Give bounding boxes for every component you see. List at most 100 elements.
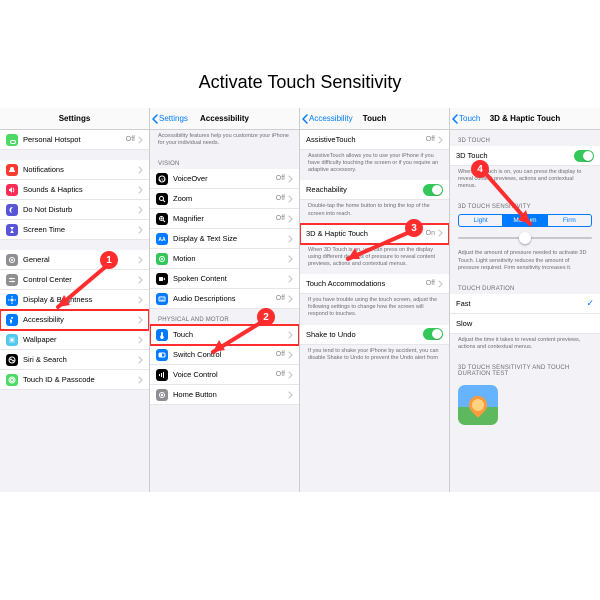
- chevron-right-icon: [288, 371, 293, 379]
- arrow-4: [480, 168, 550, 238]
- row-audio-descriptions[interactable]: ADAudio DescriptionsOff: [150, 289, 299, 309]
- row-voiceover[interactable]: VO VoiceOverOff: [150, 169, 299, 189]
- section-vision: VISION: [150, 153, 299, 169]
- hour-icon: [6, 224, 18, 236]
- row-label: Siri & Search: [23, 355, 138, 364]
- row-label: Magnifier: [173, 214, 276, 223]
- row-screen-time[interactable]: Screen Time: [0, 220, 149, 240]
- chevron-right-icon: [138, 336, 143, 344]
- mot-icon: [156, 253, 168, 265]
- chevron-left-icon: [452, 114, 458, 124]
- toggle[interactable]: [423, 328, 443, 340]
- row-assistivetouch[interactable]: AssistiveTouchOff: [300, 130, 449, 150]
- chevron-right-icon: [138, 256, 143, 264]
- moon-icon: [6, 204, 18, 216]
- chevron-right-icon: [288, 391, 293, 399]
- row-label: Shake to Undo: [306, 330, 423, 339]
- section-test: 3D TOUCH SENSITIVITY AND TOUCH DURATION …: [450, 357, 600, 379]
- acc-icon: [6, 314, 18, 326]
- chevron-right-icon: [288, 255, 293, 263]
- cc-icon: [6, 274, 18, 286]
- row-wallpaper[interactable]: Wallpaper: [0, 330, 149, 350]
- row-label: Notifications: [23, 165, 138, 174]
- sound-icon: [6, 184, 18, 196]
- row-home-button[interactable]: Home Button: [150, 385, 299, 405]
- test-thumbnail[interactable]: [458, 385, 498, 425]
- row-notifications[interactable]: Notifications: [0, 160, 149, 180]
- row-touch-accommodations[interactable]: Touch AccommodationsOff: [300, 274, 449, 294]
- toggle[interactable]: [423, 184, 443, 196]
- row-display-text-size[interactable]: AADisplay & Text Size: [150, 229, 299, 249]
- step-badge-3: 3: [405, 219, 423, 237]
- row-do-not-disturb[interactable]: Do Not Disturb: [0, 200, 149, 220]
- navbar-settings: Settings: [0, 108, 149, 130]
- step-badge-4: 4: [471, 160, 489, 178]
- row-zoom[interactable]: ZoomOff: [150, 189, 299, 209]
- toggle-3dtouch[interactable]: [574, 150, 594, 162]
- row-value: Off: [276, 175, 285, 182]
- caption-sensitivity: Adjust the amount of pressure needed to …: [450, 247, 600, 277]
- navbar-haptic: Touch 3D & Haptic Touch: [450, 108, 600, 130]
- row-label: Home Button: [173, 390, 288, 399]
- gear-icon: [6, 254, 18, 266]
- zoom-icon: [156, 193, 168, 205]
- row-shake-to-undo[interactable]: Shake to Undo: [300, 325, 449, 345]
- chevron-right-icon: [138, 186, 143, 194]
- row-label: Reachability: [306, 185, 423, 194]
- row-value: Off: [276, 351, 285, 358]
- row-motion[interactable]: Motion: [150, 249, 299, 269]
- row-reachability[interactable]: Reachability: [300, 180, 449, 200]
- row-value: Off: [426, 136, 435, 143]
- row-voice-control[interactable]: Voice ControlOff: [150, 365, 299, 385]
- row-personal-hotspot[interactable]: Personal HotspotOff: [0, 130, 149, 150]
- row-value: Off: [426, 280, 435, 287]
- chevron-right-icon: [138, 296, 143, 304]
- row-magnifier[interactable]: MagnifierOff: [150, 209, 299, 229]
- row-label: Touch Accommodations: [306, 279, 426, 288]
- chevron-right-icon: [288, 195, 293, 203]
- row-value: Off: [276, 371, 285, 378]
- aud-icon: AD: [156, 293, 168, 305]
- row-touch-id-passcode[interactable]: Touch ID & Passcode: [0, 370, 149, 390]
- row-label: Wallpaper: [23, 335, 138, 344]
- row-spoken-content[interactable]: Spoken Content: [150, 269, 299, 289]
- row-label: Voice Control: [173, 370, 276, 379]
- chevron-right-icon: [438, 229, 443, 237]
- row-fast[interactable]: Fast✓: [450, 294, 600, 314]
- row-label: Do Not Disturb: [23, 205, 138, 214]
- chevron-left-icon: [152, 114, 158, 124]
- check-icon: ✓: [586, 298, 594, 309]
- row-siri-search[interactable]: Siri & Search: [0, 350, 149, 370]
- row-label: Zoom: [173, 194, 276, 203]
- section-duration: TOUCH DURATION: [450, 278, 600, 294]
- chevron-right-icon: [138, 166, 143, 174]
- aa-icon: AA: [156, 233, 168, 245]
- svg-text:AA: AA: [158, 237, 166, 243]
- row-slow[interactable]: Slow: [450, 314, 600, 334]
- seg-firm[interactable]: Firm: [547, 215, 591, 226]
- row-sounds-haptics[interactable]: Sounds & Haptics: [0, 180, 149, 200]
- chevron-right-icon: [288, 295, 293, 303]
- svg-text:VO: VO: [159, 177, 165, 182]
- row-label: Slow: [456, 319, 594, 328]
- chevron-right-icon: [288, 175, 293, 183]
- swc-icon: [156, 349, 168, 361]
- navbar-accessibility: Settings Accessibility: [150, 108, 299, 130]
- chevron-right-icon: [288, 331, 293, 339]
- step-badge-2: 2: [257, 308, 275, 326]
- row-label: VoiceOver: [173, 174, 276, 183]
- navbar-touch: Accessibility Touch: [300, 108, 449, 130]
- back-settings[interactable]: Settings: [150, 114, 188, 124]
- page-title: Activate Touch Sensitivity: [0, 72, 600, 93]
- chevron-right-icon: [438, 136, 443, 144]
- row-caption: If you tend to shake your iPhone by acci…: [300, 345, 449, 368]
- hb-icon: [156, 389, 168, 401]
- back-touch[interactable]: Touch: [450, 114, 480, 124]
- chevron-right-icon: [288, 351, 293, 359]
- row-label: Sounds & Haptics: [23, 185, 138, 194]
- chevron-left-icon: [302, 114, 308, 124]
- mag-icon: [156, 213, 168, 225]
- link-icon: [6, 134, 18, 146]
- chevron-right-icon: [138, 356, 143, 364]
- back-accessibility[interactable]: Accessibility: [300, 114, 353, 124]
